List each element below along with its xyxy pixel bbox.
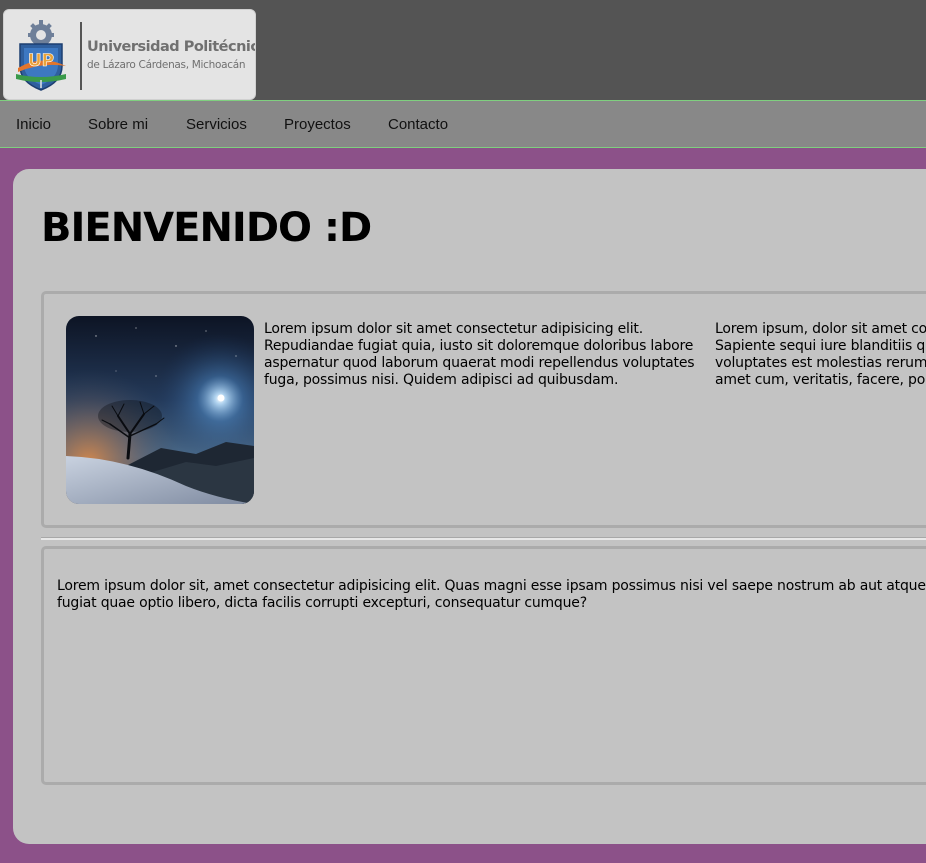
nav-item-servicios[interactable]: Servicios xyxy=(186,116,247,133)
logo-divider xyxy=(80,22,82,90)
text-section: Lorem ipsum dolor sit, amet consectetur … xyxy=(41,546,926,785)
night-landscape-image xyxy=(66,316,254,504)
logo-title: Universidad Politécnica xyxy=(87,39,256,55)
top-header-bar: UP Universidad Politécnica de Lázaro Cár… xyxy=(0,0,926,101)
intro-text-column-one: Lorem ipsum dolor sit amet consectetur a… xyxy=(264,321,695,388)
intro-section: Lorem ipsum dolor sit amet consectetur a… xyxy=(41,291,926,528)
nav-item-proyectos[interactable]: Proyectos xyxy=(284,116,351,133)
intro-text-line: voluptates est molestias rerum xyxy=(715,355,926,371)
logo-subtitle: de Lázaro Cárdenas, Michoacán xyxy=(87,59,246,71)
page-title: BIENVENIDO :D xyxy=(41,205,372,251)
main-content-card: BIENVENIDO :D Lorem ipsum dolor sit amet… xyxy=(13,169,926,844)
section-divider xyxy=(41,537,926,540)
intro-text-line: amet cum, veritatis, facere, po xyxy=(715,372,926,388)
nav-item-sobre-mi[interactable]: Sobre mi xyxy=(88,116,148,133)
university-emblem-icon: UP xyxy=(16,20,66,91)
logo-emblem-text: UP xyxy=(28,51,54,71)
intro-text-line: Lorem ipsum, dolor sit amet co xyxy=(715,321,926,337)
section-two-paragraph: Lorem ipsum dolor sit, amet consectetur … xyxy=(57,578,926,611)
night-landscape-illustration xyxy=(66,316,254,504)
intro-text-column-two: Lorem ipsum, dolor sit amet co Sapiente … xyxy=(715,321,926,389)
main-navigation: Inicio Sobre mi Servicios Proyectos Cont… xyxy=(0,101,926,148)
university-logo[interactable]: UP Universidad Politécnica de Lázaro Cár… xyxy=(3,9,256,100)
nav-item-contacto[interactable]: Contacto xyxy=(388,116,448,133)
intro-text-line: Sapiente sequi iure blanditiis qu xyxy=(715,338,926,354)
nav-item-inicio[interactable]: Inicio xyxy=(16,116,51,133)
